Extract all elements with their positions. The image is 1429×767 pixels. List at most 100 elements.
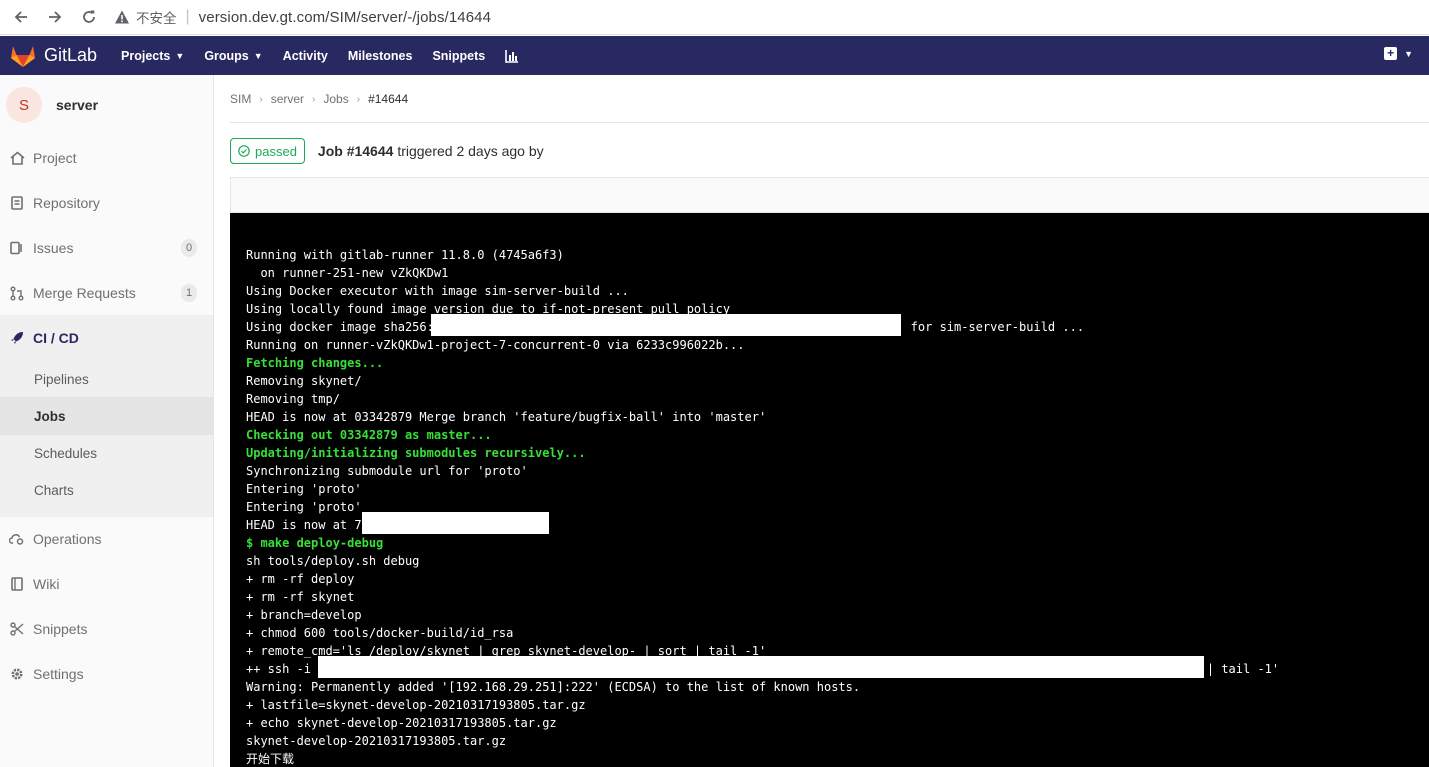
gitlab-logo[interactable]: GitLab xyxy=(10,44,97,68)
sidebar-item-label: Repository xyxy=(33,195,100,211)
breadcrumb: SIM › server › Jobs › #14644 xyxy=(230,92,408,106)
address-bar[interactable]: 不安全 | version.dev.gt.com/SIM/server/-/jo… xyxy=(114,7,491,27)
breadcrumb-item-current[interactable]: #14644 xyxy=(368,92,408,106)
status-badge[interactable]: passed xyxy=(230,138,305,164)
breadcrumb-item-group[interactable]: SIM xyxy=(230,92,251,106)
sidebar-item-settings[interactable]: Settings xyxy=(0,653,213,695)
jobs-active-highlight xyxy=(0,397,213,435)
log-line: + chmod 600 tools/docker-build/id_rsa xyxy=(246,626,514,640)
job-triggered-text: triggered 2 days ago by xyxy=(397,143,544,159)
gear-icon xyxy=(9,666,25,682)
log-line: Using Docker executor with image sim-ser… xyxy=(246,284,629,298)
chevron-down-icon: ▼ xyxy=(1404,48,1413,59)
job-log: Running with gitlab-runner 11.8.0 (4745a… xyxy=(230,213,1429,767)
merge-request-icon xyxy=(9,285,25,301)
sidebar-item-label: Project xyxy=(33,150,77,166)
log-line: $ make deploy-debug xyxy=(246,536,384,550)
sidebar-project-header[interactable]: S server xyxy=(0,75,213,135)
log-line: skynet-develop-20210317193805.tar.gz xyxy=(246,734,507,748)
log-line: Running with gitlab-runner 11.8.0 (4745a… xyxy=(246,248,564,262)
document-icon xyxy=(9,195,25,211)
sidebar-subitem-jobs[interactable]: Jobs xyxy=(34,409,66,424)
nav-activity-label: Activity xyxy=(282,48,328,63)
brand-name: GitLab xyxy=(44,45,98,65)
log-line: 开始下载 xyxy=(246,752,295,766)
sidebar-item-merge-requests[interactable]: Merge Requests 1 xyxy=(0,272,213,314)
nav-milestones[interactable]: Milestones xyxy=(348,49,413,63)
sidebar-item-repository[interactable]: Repository xyxy=(0,182,213,224)
log-line: HEAD is now at 7 xyxy=(246,518,362,532)
address-separator: | xyxy=(185,8,190,25)
chevron-down-icon: ▼ xyxy=(253,50,263,61)
log-line: on runner-251-new vZkQKDw1 xyxy=(246,266,449,280)
job-title: Job #14644 triggered 2 days ago by xyxy=(318,143,544,159)
log-line: Running on runner-vZkQKDw1-project-7-con… xyxy=(246,338,745,352)
plus-square-icon: + xyxy=(1384,47,1398,60)
nav-projects-label: Projects xyxy=(121,48,171,63)
sidebar-item-label: Wiki xyxy=(33,576,60,592)
nav-groups[interactable]: Groups ▼ xyxy=(204,49,262,63)
top-nav-items: Projects ▼ Groups ▼ Activity Milestones Sn… xyxy=(121,49,539,63)
back-arrow-icon[interactable] xyxy=(10,6,32,28)
sidebar-item-label: Settings xyxy=(33,666,84,682)
insecure-label: 不安全 xyxy=(136,11,177,26)
sidebar-item-cicd[interactable]: CI / CD xyxy=(0,317,213,359)
warning-triangle-icon xyxy=(115,10,129,24)
sidebar-item-snippets[interactable]: Snippets xyxy=(0,608,213,650)
url-text[interactable]: version.dev.gt.com/SIM/server/-/jobs/146… xyxy=(199,9,491,26)
trace-toolbar xyxy=(230,177,1429,213)
nav-charts[interactable] xyxy=(505,49,519,63)
check-circle-icon xyxy=(238,145,250,157)
breadcrumb-item-project[interactable]: server xyxy=(271,92,304,106)
sidebar-item-wiki[interactable]: Wiki xyxy=(0,563,213,605)
breadcrumb-item-jobs[interactable]: Jobs xyxy=(323,92,348,106)
chevron-right-icon: › xyxy=(259,93,263,105)
new-item-dropdown[interactable]: + ▼ xyxy=(1384,47,1413,60)
issues-icon xyxy=(9,240,25,256)
sidebar-item-operations[interactable]: Operations xyxy=(0,518,213,560)
project-sidebar: S server Project Repository Issues 0 Mer… xyxy=(0,75,214,767)
merge-requests-count-badge: 1 xyxy=(181,284,197,302)
bar-chart-icon xyxy=(505,49,519,63)
log-line: Removing skynet/ xyxy=(246,374,362,388)
job-id: Job #14644 xyxy=(317,143,394,159)
log-line: HEAD is now at 03342879 Merge branch 'fe… xyxy=(246,410,767,424)
issues-count-badge: 0 xyxy=(181,239,197,257)
redaction-block xyxy=(431,314,901,336)
sidebar-item-issues[interactable]: Issues 0 xyxy=(0,227,213,269)
chevron-right-icon: › xyxy=(312,93,316,105)
gitlab-top-nav: GitLab Projects ▼ Groups ▼ Activity Milest… xyxy=(0,36,1429,75)
project-name: server xyxy=(56,97,99,113)
browser-toolbar: 不安全 | version.dev.gt.com/SIM/server/-/jo… xyxy=(0,0,1429,35)
nav-groups-label: Groups xyxy=(204,48,249,63)
project-avatar: S xyxy=(6,87,42,123)
chevron-right-icon: › xyxy=(356,93,361,105)
log-line: Updating/initializing submodules recursi… xyxy=(246,446,586,460)
log-line: Synchronizing submodule url for 'proto' xyxy=(246,464,528,478)
breadcrumb-divider xyxy=(230,122,1429,123)
sidebar-subitem-charts[interactable]: Charts xyxy=(34,483,74,498)
forward-arrow-icon[interactable] xyxy=(44,6,66,28)
rocket-icon xyxy=(9,330,25,346)
sidebar-item-project[interactable]: Project xyxy=(0,137,213,179)
sidebar-item-label: CI / CD xyxy=(33,330,79,346)
nav-snippets[interactable]: Snippets xyxy=(432,49,485,63)
sidebar-item-label: Snippets xyxy=(33,621,88,637)
sidebar-item-label: Issues xyxy=(33,240,74,256)
home-icon xyxy=(9,150,25,166)
sidebar-subitem-pipelines[interactable]: Pipelines xyxy=(34,372,89,387)
log-line: + lastfile=skynet-develop-20210317193805… xyxy=(246,698,586,712)
sidebar-item-label: Merge Requests xyxy=(33,285,136,301)
nav-projects[interactable]: Projects ▼ xyxy=(121,49,184,63)
nav-activity[interactable]: Activity xyxy=(283,49,328,63)
nav-milestones-label: Milestones xyxy=(347,48,413,63)
log-line: Removing tmp/ xyxy=(246,392,340,406)
log-line: + rm -rf deploy xyxy=(246,572,355,586)
reload-icon[interactable] xyxy=(78,6,100,28)
sidebar-subitem-schedules[interactable]: Schedules xyxy=(34,446,97,461)
nav-snippets-label: Snippets xyxy=(432,48,486,63)
redaction-block xyxy=(318,656,1204,678)
cloud-gear-icon xyxy=(9,531,25,547)
log-line: Fetching changes... xyxy=(246,356,384,370)
log-line: Entering 'proto' xyxy=(246,500,362,514)
